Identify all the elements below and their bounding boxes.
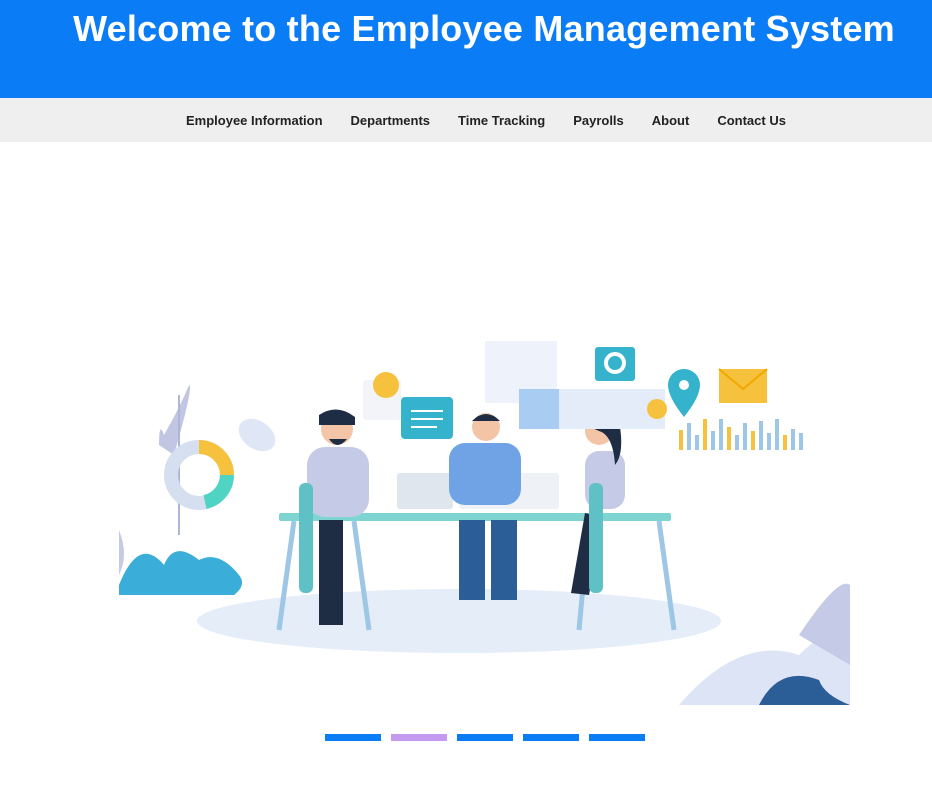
nav-item-departments[interactable]: Departments	[337, 113, 444, 128]
carousel-indicators	[325, 734, 655, 741]
nav-item-payrolls[interactable]: Payrolls	[559, 113, 638, 128]
hero-illustration	[119, 341, 850, 705]
nav-item-time-tracking[interactable]: Time Tracking	[444, 113, 559, 128]
carousel-indicator-1[interactable]	[325, 734, 381, 741]
carousel-indicator-5[interactable]	[589, 734, 645, 741]
carousel-indicator-2[interactable]	[391, 734, 447, 741]
nav-item-about[interactable]: About	[638, 113, 704, 128]
carousel-indicator-3[interactable]	[457, 734, 513, 741]
nav-item-employee-information[interactable]: Employee Information	[172, 113, 337, 128]
main-nav: Employee Information Departments Time Tr…	[0, 98, 932, 142]
nav-item-contact-us[interactable]: Contact Us	[703, 113, 800, 128]
page-title: Welcome to the Employee Management Syste…	[73, 8, 895, 49]
carousel-indicator-4[interactable]	[523, 734, 579, 741]
site-header: Welcome to the Employee Management Syste…	[0, 0, 932, 98]
